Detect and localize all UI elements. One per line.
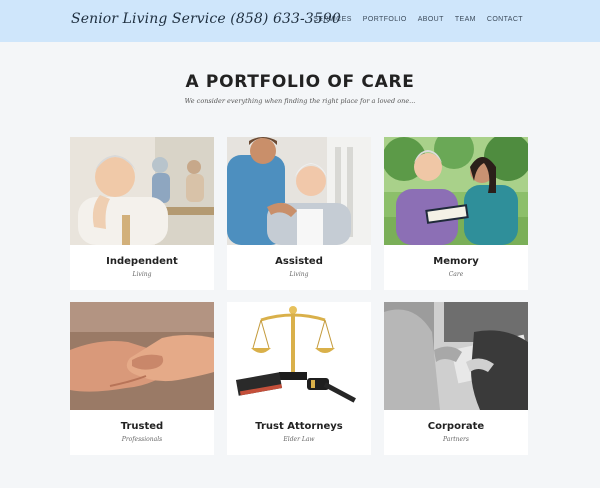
nav-about[interactable]: ABOUT bbox=[418, 16, 444, 23]
handshake-photo bbox=[70, 302, 214, 410]
top-navbar: Senior Living Service (858) 633-3590 SER… bbox=[0, 0, 600, 42]
card-title: Corporate bbox=[427, 421, 485, 432]
nav-team[interactable]: TEAM bbox=[455, 16, 476, 23]
portfolio-card-memory[interactable]: Memory Care bbox=[384, 137, 528, 290]
card-title: Independent bbox=[106, 256, 178, 267]
corporate-partners-photo bbox=[384, 302, 528, 410]
card-title: Assisted bbox=[275, 256, 323, 267]
card-title: Trust Attorneys bbox=[255, 421, 343, 432]
nav-portfolio[interactable]: PORTFOLIO bbox=[363, 16, 407, 23]
independent-living-photo bbox=[70, 137, 214, 245]
card-subtitle: Elder Law bbox=[283, 436, 315, 443]
card-subtitle: Living bbox=[132, 271, 152, 278]
scales-of-justice-photo bbox=[227, 302, 371, 410]
card-subtitle: Living bbox=[289, 271, 309, 278]
section-title: A PORTFOLIO OF CARE bbox=[185, 72, 415, 92]
section-subtitle: We consider everything when finding the … bbox=[184, 97, 416, 105]
nav-contact[interactable]: CONTACT bbox=[487, 16, 523, 23]
card-subtitle: Partners bbox=[443, 436, 469, 443]
card-title: Trusted bbox=[120, 421, 164, 432]
portfolio-card-trusted[interactable]: Trusted Professionals bbox=[70, 302, 214, 455]
portfolio-card-corporate[interactable]: Corporate Partners bbox=[384, 302, 528, 455]
brand-logo-text[interactable]: Senior Living Service (858) 633-3590 bbox=[71, 11, 341, 27]
portfolio-card-assisted[interactable]: Assisted Living bbox=[227, 137, 371, 290]
card-title: Memory bbox=[433, 256, 479, 267]
main-menu: SERVICES PORTFOLIO ABOUT TEAM CONTACT bbox=[313, 16, 523, 23]
card-subtitle: Professionals bbox=[121, 436, 163, 443]
nav-services[interactable]: SERVICES bbox=[313, 16, 351, 23]
assisted-living-photo bbox=[227, 137, 371, 245]
memory-care-photo bbox=[384, 137, 528, 245]
portfolio-card-trust-attorneys[interactable]: Trust Attorneys Elder Law bbox=[227, 302, 371, 455]
card-subtitle: Care bbox=[448, 271, 464, 278]
portfolio-card-independent[interactable]: Independent Living bbox=[70, 137, 214, 290]
